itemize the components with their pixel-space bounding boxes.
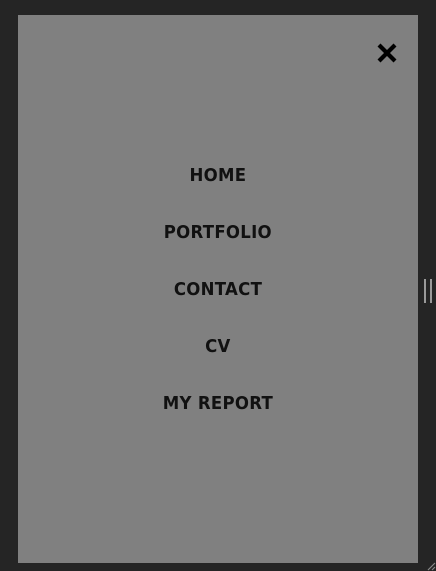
close-button[interactable] bbox=[374, 40, 400, 66]
drag-handle-icon bbox=[430, 279, 432, 303]
nav-item-home: HOME bbox=[18, 162, 418, 219]
nav-link-portfolio[interactable]: PORTFOLIO bbox=[164, 219, 272, 247]
nav-menu: HOME PORTFOLIO CONTACT CV MY REPORT bbox=[18, 162, 418, 447]
nav-link-home[interactable]: HOME bbox=[190, 162, 247, 190]
nav-link-my-report[interactable]: MY REPORT bbox=[163, 390, 273, 418]
resize-corner[interactable] bbox=[424, 559, 436, 571]
nav-item-my-report: MY REPORT bbox=[18, 390, 418, 447]
nav-item-contact: CONTACT bbox=[18, 276, 418, 333]
drag-handle[interactable] bbox=[424, 279, 432, 303]
nav-link-cv[interactable]: CV bbox=[205, 333, 231, 361]
nav-item-cv: CV bbox=[18, 333, 418, 390]
nav-item-portfolio: PORTFOLIO bbox=[18, 219, 418, 276]
nav-overlay-panel: HOME PORTFOLIO CONTACT CV MY REPORT bbox=[18, 15, 418, 563]
nav-link-contact[interactable]: CONTACT bbox=[174, 276, 262, 304]
drag-handle-icon bbox=[424, 279, 426, 303]
resize-corner-icon bbox=[427, 562, 436, 571]
close-icon bbox=[377, 43, 397, 63]
